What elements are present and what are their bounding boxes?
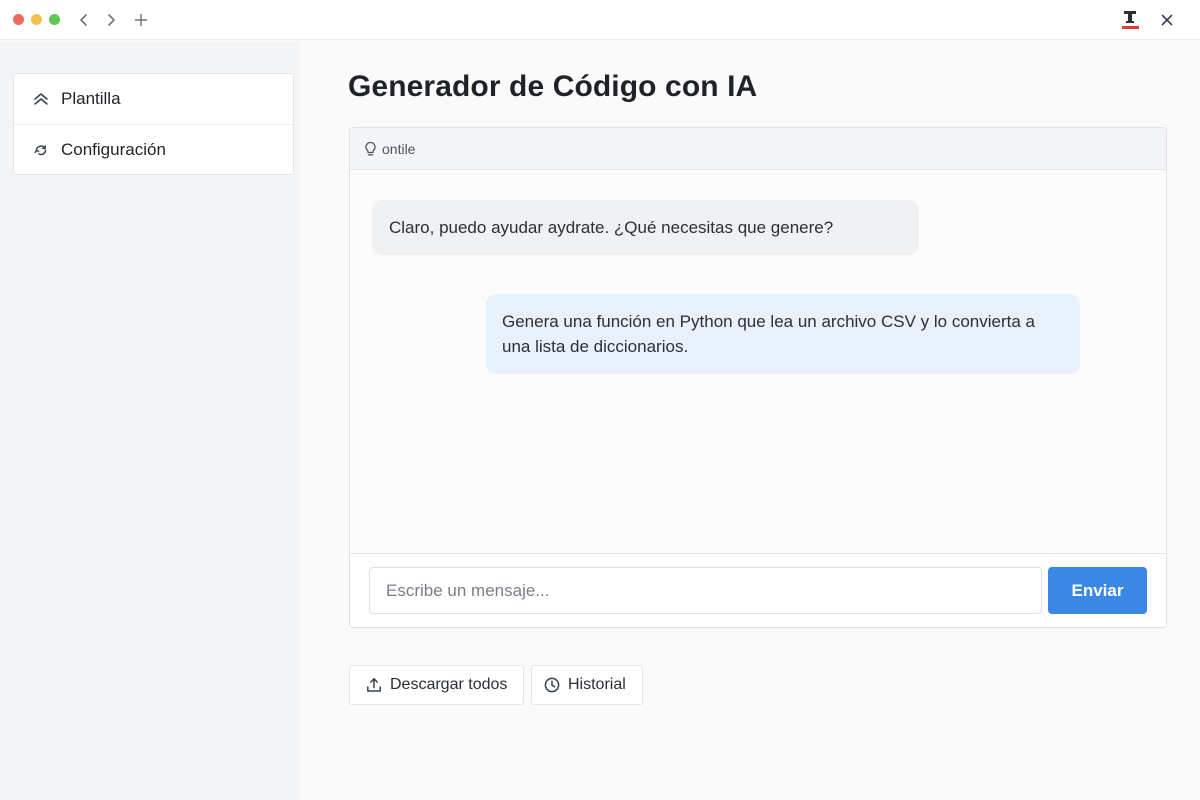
maximize-window-button[interactable] (49, 14, 60, 25)
chevron-right-icon[interactable] (101, 10, 121, 30)
download-all-label: Descargar todos (390, 676, 508, 693)
sidebar-item-label: Plantilla (61, 89, 121, 108)
send-button[interactable]: Enviar (1048, 567, 1147, 614)
download-all-button[interactable]: Descargar todos (349, 665, 524, 705)
window-titlebar (0, 0, 1200, 40)
app-logo-icon (1121, 9, 1141, 31)
history-button[interactable]: Historial (531, 665, 643, 705)
lightbulb-icon (364, 141, 378, 157)
assistant-message: Claro, puedo ayudar aydrate. ¿Qué necesi… (372, 200, 919, 255)
sidebar-nav: Plantilla Configuración (13, 73, 294, 175)
chat-header: ontile (350, 128, 1166, 170)
message-input[interactable] (369, 567, 1042, 614)
chat-header-label: ontile (382, 140, 416, 157)
chat-panel: ontile Claro, puedo ayudar aydrate. ¿Qué… (349, 127, 1167, 628)
message-composer: Enviar (350, 553, 1166, 627)
chevron-left-icon[interactable] (74, 10, 94, 30)
sidebar-item-configuracion[interactable]: Configuración (14, 124, 293, 174)
history-label: Historial (568, 676, 626, 693)
plus-icon[interactable] (131, 10, 151, 30)
minimize-window-button[interactable] (31, 14, 42, 25)
sync-icon (32, 141, 50, 159)
double-chevron-up-icon (32, 90, 50, 108)
user-message: Genera una función en Python que lea un … (486, 294, 1080, 374)
page-title: Generador de Código con IA (348, 70, 758, 103)
sidebar: Plantilla Configuración (0, 41, 300, 800)
sidebar-item-plantilla[interactable]: Plantilla (14, 74, 293, 124)
close-icon[interactable] (1157, 10, 1177, 30)
clock-icon (543, 676, 561, 694)
upload-icon (365, 676, 383, 694)
close-window-button[interactable] (13, 14, 24, 25)
message-list[interactable]: Claro, puedo ayudar aydrate. ¿Qué necesi… (350, 170, 1166, 553)
sidebar-item-label: Configuración (61, 139, 166, 159)
